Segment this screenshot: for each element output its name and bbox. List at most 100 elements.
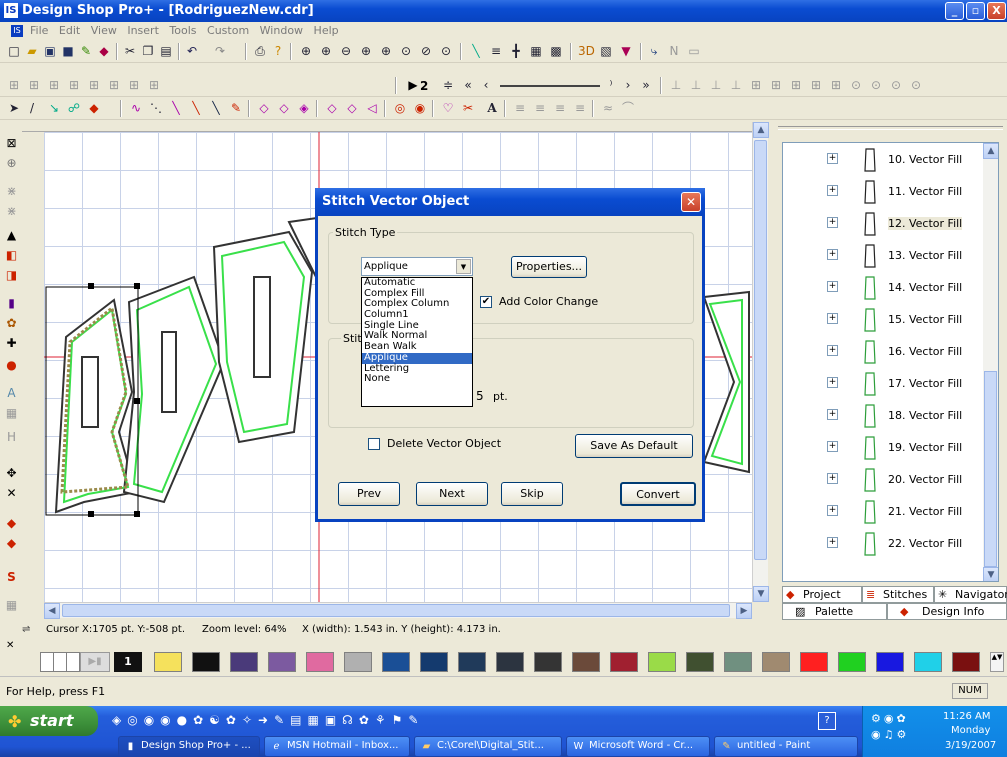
pointer-icon[interactable]: ➤ (6, 100, 22, 116)
tool-7-icon[interactable]: ◨ (4, 268, 19, 283)
save-icon[interactable]: ■ (60, 43, 76, 59)
palette-color-swatch[interactable] (572, 652, 600, 672)
palette-color-swatch[interactable] (876, 652, 904, 672)
stitch-slider[interactable] (500, 85, 600, 87)
save-as-default-button[interactable]: Save As Default (575, 434, 693, 458)
canvas-horizontal-scrollbar[interactable]: ◀ ▶ (44, 602, 752, 619)
menu-edit[interactable]: Edit (59, 24, 80, 37)
stitch-tool-2-icon[interactable]: ⊞ (26, 77, 42, 93)
menu-help[interactable]: Help (314, 24, 339, 37)
menu-insert[interactable]: Insert (127, 24, 159, 37)
expand-icon[interactable]: + (827, 185, 838, 196)
print-icon[interactable]: ⎙ (252, 43, 268, 59)
menu-file[interactable]: File (30, 24, 48, 37)
palette-spin-button[interactable]: ▲▼ (990, 652, 1004, 672)
node-edit-icon[interactable]: ↘ (46, 100, 62, 116)
line-icon[interactable]: ╲ (168, 100, 184, 116)
zoom-actual-icon[interactable]: ⊙ (438, 43, 454, 59)
palette-close-icon[interactable]: ✕ (6, 640, 14, 651)
picture-icon[interactable]: ▧ (598, 43, 614, 59)
step-back-icon[interactable]: ‹ (478, 77, 494, 93)
tray-icons[interactable]: ⚙◉✿ (871, 712, 909, 725)
tree-item[interactable]: +17. Vector Fill (783, 369, 983, 399)
expand-icon[interactable]: + (827, 217, 838, 228)
cut-icon[interactable]: ✂ (122, 43, 138, 59)
tool-15-icon[interactable]: ✥ (4, 466, 19, 481)
arc-icon[interactable]: ⌒ (620, 100, 636, 116)
expand-icon[interactable]: + (827, 153, 838, 164)
menu-window[interactable]: Window (260, 24, 303, 37)
tool-13-icon[interactable]: ▦ (4, 406, 19, 421)
seq-tool-2-icon[interactable]: ⊥ (688, 77, 704, 93)
tree-item[interactable]: +13. Vector Fill (783, 241, 983, 271)
tool-12-icon[interactable]: A (4, 386, 19, 401)
expand-icon[interactable]: + (827, 505, 838, 516)
tree-item[interactable]: +16. Vector Fill (783, 337, 983, 367)
expand-icon[interactable]: + (827, 377, 838, 388)
node-icon[interactable]: ⤷ (646, 43, 662, 59)
stitch-tool-7-icon[interactable]: ⊞ (126, 77, 142, 93)
stitch-tool-1-icon[interactable]: ⊞ (6, 77, 22, 93)
shape-4-icon[interactable]: ◇ (324, 100, 340, 116)
expand-icon[interactable]: + (827, 441, 838, 452)
seq-tool-7-icon[interactable]: ⊞ (788, 77, 804, 93)
tool-20-icon[interactable]: ▦ (4, 598, 19, 613)
tree-scroll-down[interactable]: ▼ (983, 567, 998, 581)
palette-color-swatch[interactable] (496, 652, 524, 672)
tree-item[interactable]: +14. Vector Fill (783, 273, 983, 303)
walk-line-icon[interactable]: ∿ (128, 100, 144, 116)
tree-item[interactable]: +11. Vector Fill (783, 177, 983, 207)
menu-tools[interactable]: Tools (169, 24, 196, 37)
shape-3-icon[interactable]: ◈ (296, 100, 312, 116)
stitch-tool-4-icon[interactable]: ⊞ (66, 77, 82, 93)
text-icon[interactable]: N (666, 43, 682, 59)
taskbar-msn-hotmail[interactable]: ℯ MSN Hotmail - Inbox... (264, 736, 410, 757)
palette-play-icon[interactable]: ▶▮ (80, 652, 110, 672)
paste-icon[interactable]: ▤ (158, 43, 174, 59)
freehand-icon[interactable]: / (24, 100, 40, 116)
stitch-type-dropdown-list[interactable]: Automatic Complex Fill Complex Column Colum… (361, 277, 473, 407)
palette-color-swatch[interactable] (648, 652, 676, 672)
scroll-thumb[interactable] (754, 140, 767, 560)
dropdown-arrow-icon[interactable]: ▼ (456, 259, 471, 274)
align-right-icon[interactable]: ≡ (552, 100, 568, 116)
zoom-out-icon[interactable]: ⊖ (338, 43, 354, 59)
palette-color-swatch[interactable] (268, 652, 296, 672)
h-scroll-thumb[interactable] (62, 604, 730, 617)
tool-18-icon[interactable]: ◆ (4, 536, 19, 551)
expand-icon[interactable]: + (827, 313, 838, 324)
dialog-close-button[interactable]: ✕ (681, 192, 701, 212)
fast-forward-icon[interactable]: » (638, 77, 654, 93)
align-center-icon[interactable]: ≡ (532, 100, 548, 116)
tool-6-icon[interactable]: ◧ (4, 248, 19, 263)
layout-icon[interactable]: ▩ (548, 43, 564, 59)
dropdown-option[interactable]: Applique (362, 352, 472, 364)
seq-tool-4-icon[interactable]: ⊥ (728, 77, 744, 93)
help-tray-icon[interactable]: ? (818, 712, 836, 730)
stitch-tool-3-icon[interactable]: ⊞ (46, 77, 62, 93)
step-forward-icon[interactable]: › (620, 77, 636, 93)
align-icon[interactable]: ≡ (488, 43, 504, 59)
shape-6-icon[interactable]: ◁ (364, 100, 380, 116)
menu-view[interactable]: View (91, 24, 117, 37)
seq-tool-9-icon[interactable]: ⊞ (828, 77, 844, 93)
stitch-type-select[interactable]: Applique ▼ (361, 257, 473, 276)
palette-color-swatch[interactable] (40, 652, 54, 672)
grid-cross-icon[interactable]: ╋ (508, 43, 524, 59)
object-tree[interactable]: +10. Vector Fill +11. Vector Fill +12. Vec… (782, 142, 999, 582)
bucket-icon[interactable]: ◆ (86, 100, 102, 116)
tree-scroll-up[interactable]: ▲ (983, 143, 998, 159)
play-icon[interactable]: ▶ (405, 77, 421, 93)
tree-item[interactable]: +21. Vector Fill (783, 497, 983, 527)
wizard-icon[interactable]: ✎ (78, 43, 94, 59)
tree-scrollbar[interactable]: ▲ ▼ (983, 143, 998, 581)
copy-icon[interactable]: ❐ (140, 43, 156, 59)
zoom-selection-icon[interactable]: ⊙ (398, 43, 414, 59)
satin-line-icon[interactable]: ✎ (228, 100, 244, 116)
taskbar-word[interactable]: W Microsoft Word - Cr... (566, 736, 710, 757)
stitch-tool-5-icon[interactable]: ⊞ (86, 77, 102, 93)
pen-tool-icon[interactable]: ╲ (468, 43, 484, 59)
taskbar-paint[interactable]: ✎ untitled - Paint (714, 736, 858, 757)
palette-color-swatch[interactable] (53, 652, 67, 672)
record-icon[interactable]: ● (4, 358, 19, 373)
